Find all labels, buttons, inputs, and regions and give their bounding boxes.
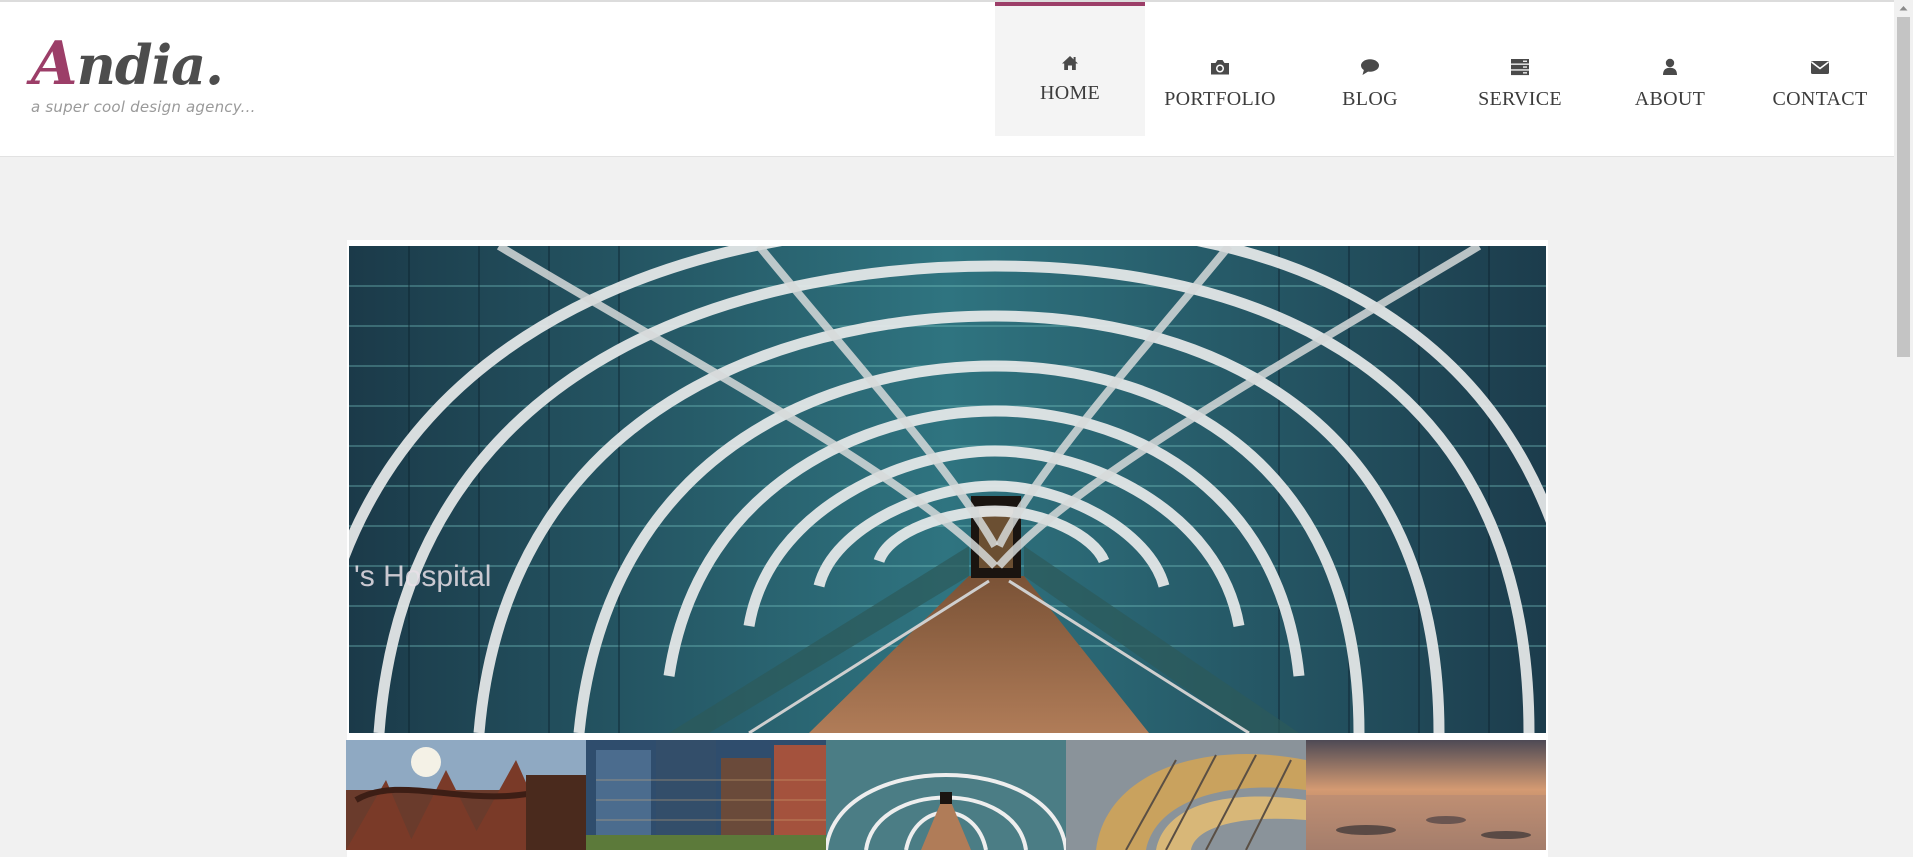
thumbnail-sunset-beach[interactable] (1306, 740, 1546, 850)
logo-name: Andia. (31, 32, 256, 97)
scrollbar-thumb[interactable] (1897, 17, 1910, 357)
logo-initial: A (31, 29, 78, 99)
nav-item-portfolio[interactable]: PORTFOLIO (1145, 2, 1295, 136)
main-nav: HOME PORTFOLIO BLOG SERVICE ABOUT CONTAC… (995, 2, 1895, 156)
user-icon (1662, 56, 1678, 78)
glass-walkway-bridge-photo: 's Hospital (349, 246, 1546, 733)
nav-item-contact[interactable]: CONTACT (1745, 2, 1895, 136)
camera-icon (1209, 56, 1231, 78)
site-logo[interactable]: Andia. a super cool design agency... (31, 32, 256, 116)
scroll-up-arrow-icon[interactable] (1894, 0, 1913, 17)
logo-name-rest: ndia. (76, 33, 224, 97)
logo-tagline: a super cool design agency... (31, 98, 256, 116)
slider-thumbnails (346, 740, 1546, 850)
nav-item-about[interactable]: ABOUT (1595, 2, 1745, 136)
site-header: Andia. a super cool design agency... HOM… (0, 2, 1894, 157)
nav-item-blog[interactable]: BLOG (1295, 2, 1445, 136)
envelope-icon (1810, 56, 1830, 78)
nav-label-home: HOME (1039, 82, 1101, 104)
server-icon (1510, 56, 1530, 78)
nav-label-blog: BLOG (1342, 88, 1398, 110)
thumbnail-glass-walkway[interactable] (826, 740, 1066, 850)
nav-item-service[interactable]: SERVICE (1445, 2, 1595, 136)
home-icon (1061, 52, 1079, 74)
nav-label-portfolio: PORTFOLIO (1164, 88, 1276, 110)
nav-label-service: SERVICE (1478, 88, 1562, 110)
main-image-sign-text: 's Hospital (354, 560, 491, 593)
thumbnail-skyscrapers[interactable] (586, 740, 826, 850)
thumbnail-spiral-staircase[interactable] (1066, 740, 1306, 850)
nav-item-home[interactable]: HOME (995, 2, 1145, 136)
nav-label-about: ABOUT (1634, 88, 1706, 110)
thumbnail-tree-sculpture[interactable] (346, 740, 586, 850)
comment-icon (1360, 56, 1380, 78)
page-scrollbar[interactable] (1894, 0, 1913, 857)
nav-label-contact: CONTACT (1772, 88, 1868, 110)
